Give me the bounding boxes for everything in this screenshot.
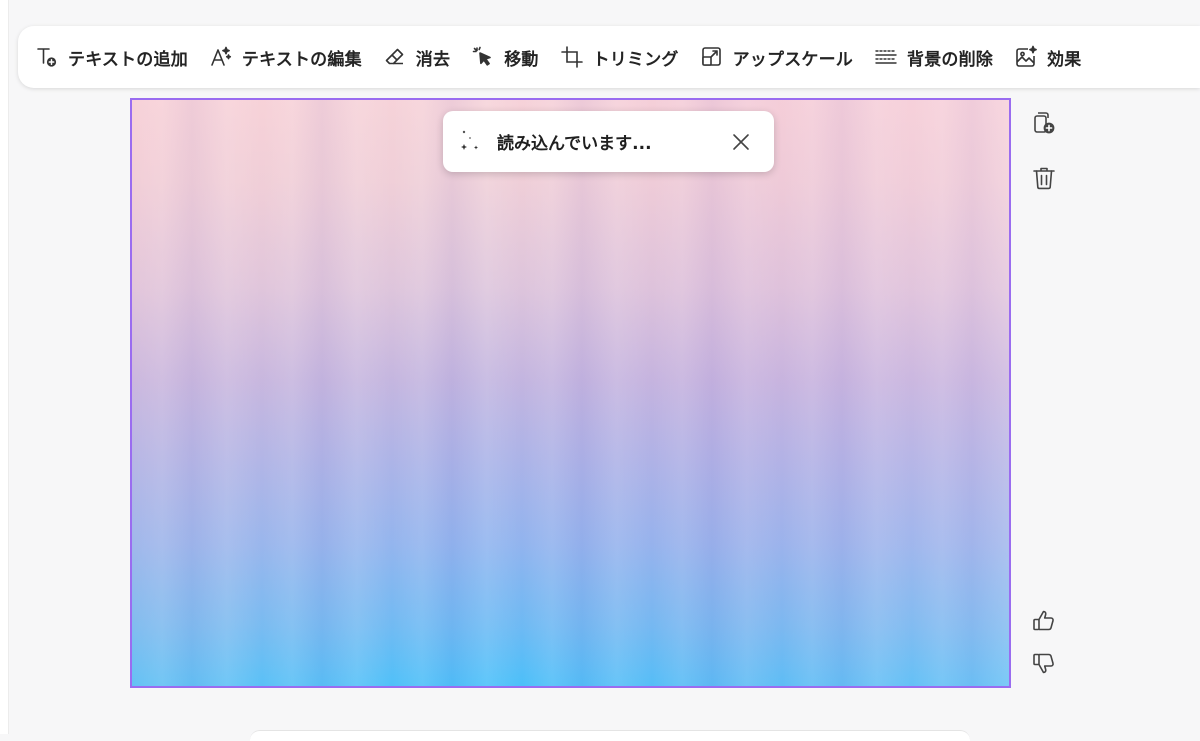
trash-icon[interactable]	[1029, 163, 1059, 193]
eraser-icon	[382, 44, 408, 70]
crop-button[interactable]: トリミング	[559, 37, 679, 77]
upscale-button[interactable]: アップスケール	[699, 37, 853, 77]
loading-text: 読み込んでいます...	[497, 134, 652, 154]
thumbs-down-icon[interactable]	[1029, 648, 1059, 678]
edit-text-label: テキストの編集	[241, 49, 362, 70]
copy-add-icon[interactable]	[1029, 107, 1059, 137]
remove-background-button[interactable]: 背景の削除	[873, 37, 993, 77]
crop-label: トリミング	[592, 49, 679, 70]
effects-button[interactable]: 効果	[1013, 37, 1081, 77]
loading-sparkle-icon	[459, 128, 481, 156]
edit-text-button[interactable]: テキストの編集	[208, 37, 362, 77]
upscale-label: アップスケール	[732, 49, 853, 70]
upscale-icon	[699, 44, 725, 70]
remove-background-label: 背景の削除	[907, 49, 993, 70]
background-remove-icon	[873, 44, 899, 70]
add-text-label: テキストの追加	[68, 49, 188, 70]
text-sparkle-icon	[208, 44, 234, 70]
move-button[interactable]: 移動	[470, 37, 538, 77]
erase-button[interactable]: 消去	[382, 37, 450, 77]
image-sparkle-icon	[1013, 44, 1039, 70]
move-label: 移動	[504, 49, 539, 70]
text-add-icon	[34, 44, 60, 70]
cursor-click-icon	[470, 44, 496, 70]
bottom-panel-edge	[250, 730, 970, 741]
edit-toolbar: テキストの追加 テキストの編集 消去 移動 トリミング アップスケール 背景の削…	[18, 26, 1200, 88]
effects-label: 効果	[1047, 49, 1082, 70]
close-icon[interactable]	[730, 131, 752, 153]
loading-toast: 読み込んでいます...	[443, 111, 774, 172]
image-canvas[interactable]	[130, 98, 1011, 688]
left-panel-edge	[0, 0, 9, 734]
add-text-button[interactable]: テキストの追加	[34, 37, 188, 77]
crop-icon	[559, 44, 585, 70]
erase-label: 消去	[415, 49, 451, 70]
thumbs-up-icon[interactable]	[1029, 606, 1059, 636]
